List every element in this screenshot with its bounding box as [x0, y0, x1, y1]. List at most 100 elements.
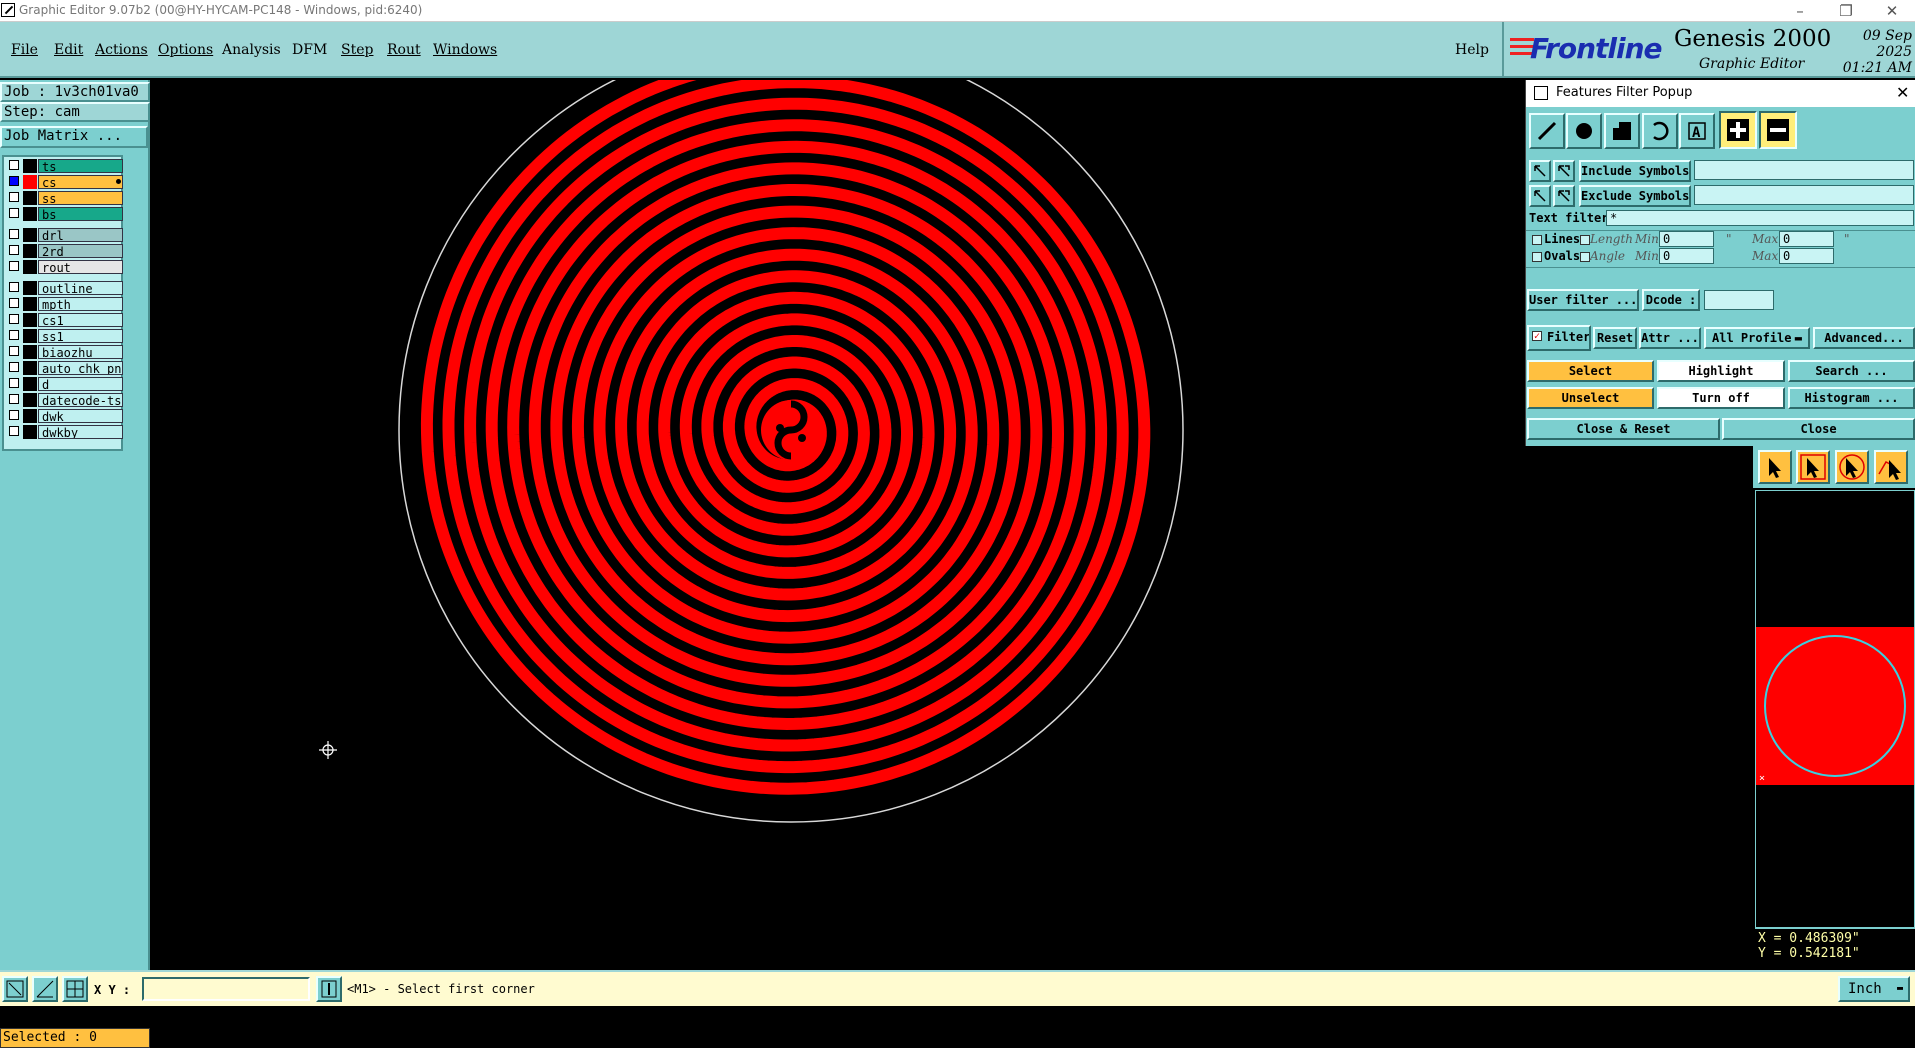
layer-checkbox[interactable]	[9, 229, 19, 239]
layer-row-datecode-ts[interactable]: datecode-ts	[6, 393, 123, 407]
layer-name[interactable]: ss	[38, 191, 123, 205]
layer-row-2rd[interactable]: 2rd	[6, 244, 123, 258]
layer-row-auto_chk_pn[interactable]: auto_chk_pn	[6, 361, 123, 375]
layer-checkbox[interactable]	[9, 378, 19, 388]
angle-max-input[interactable]: 0	[1779, 248, 1834, 264]
layer-checkbox[interactable]	[9, 330, 19, 340]
layer-checkbox[interactable]	[9, 261, 19, 271]
histogram-button[interactable]: Histogram ...	[1788, 387, 1915, 409]
layer-name[interactable]: datecode-ts	[38, 393, 123, 407]
turn-off-button[interactable]: Turn off	[1657, 387, 1785, 409]
layer-checkbox[interactable]	[9, 362, 19, 372]
layer-name[interactable]: drl	[38, 228, 123, 242]
layer-row-drl[interactable]: drl	[6, 228, 123, 242]
layer-color-swatch[interactable]	[23, 409, 37, 423]
graphic-canvas[interactable]	[152, 37, 1753, 970]
include-symbols-input[interactable]	[1694, 160, 1914, 180]
overview-preview[interactable]: ×	[1755, 490, 1915, 928]
minus-icon[interactable]	[1759, 111, 1797, 149]
measure-icon[interactable]	[32, 976, 58, 1002]
length-checkbox[interactable]	[1580, 235, 1590, 245]
unselect-button[interactable]: Unselect	[1527, 387, 1654, 409]
include-pick-icon[interactable]	[1529, 160, 1551, 182]
select-button[interactable]: Select	[1527, 360, 1654, 382]
layer-row-biaozhu[interactable]: biaozhu	[6, 345, 123, 359]
search-button[interactable]: Search ...	[1788, 360, 1915, 382]
layer-row-ss[interactable]: ss	[6, 191, 123, 205]
layer-color-swatch[interactable]	[23, 159, 37, 173]
menu-dfm[interactable]: DFM	[292, 42, 327, 58]
layer-color-swatch[interactable]	[23, 393, 37, 407]
angle-min-input[interactable]: 0	[1659, 248, 1714, 264]
units-dropdown[interactable]: Inch ▬	[1838, 976, 1910, 1002]
layer-color-swatch[interactable]	[23, 175, 37, 189]
snap-pointer-icon[interactable]	[1874, 450, 1908, 484]
layer-checkbox[interactable]	[9, 314, 19, 324]
menu-actions[interactable]: Actions	[95, 42, 148, 58]
pointer-icon[interactable]	[1758, 450, 1792, 484]
menu-edit[interactable]: Edit	[54, 42, 83, 58]
menu-windows[interactable]: Windows	[433, 42, 497, 58]
layer-checkbox[interactable]	[9, 176, 19, 186]
layer-name[interactable]: dwkby	[38, 425, 123, 439]
text-filter-input[interactable]: *	[1606, 210, 1914, 226]
menu-analysis[interactable]: Analysis	[222, 42, 281, 58]
layer-color-swatch[interactable]	[23, 191, 37, 205]
plus-icon[interactable]	[1719, 111, 1757, 149]
layer-checkbox[interactable]	[9, 410, 19, 420]
layer-checkbox[interactable]	[9, 160, 19, 170]
layer-row-ss1[interactable]: ss1	[6, 329, 123, 343]
ovals-checkbox[interactable]	[1532, 252, 1542, 262]
layer-color-swatch[interactable]	[23, 361, 37, 375]
layer-name[interactable]: d	[38, 377, 123, 391]
zoom-window-icon[interactable]	[2, 976, 28, 1002]
surface-icon[interactable]	[1604, 113, 1640, 149]
layer-color-swatch[interactable]	[23, 425, 37, 439]
layer-checkbox[interactable]	[9, 282, 19, 292]
close-reset-button[interactable]: Close & Reset	[1527, 418, 1720, 440]
layer-color-swatch[interactable]	[23, 260, 37, 274]
menu-rout[interactable]: Rout	[387, 42, 421, 58]
close-icon[interactable]: ✕	[1896, 83, 1909, 102]
layer-row-ts[interactable]: ts	[6, 159, 123, 173]
layer-color-swatch[interactable]	[23, 228, 37, 242]
layer-row-mpth[interactable]: mpth	[6, 297, 123, 311]
advanced-button[interactable]: Advanced...	[1813, 327, 1915, 349]
layer-name[interactable]: cs1	[38, 313, 123, 327]
menu-file[interactable]: File	[11, 42, 38, 58]
layer-name[interactable]: biaozhu	[38, 345, 123, 359]
restore-button[interactable]: ❐	[1823, 0, 1869, 22]
attr-button[interactable]: Attr ...	[1639, 327, 1701, 349]
minimize-button[interactable]: –	[1777, 0, 1823, 22]
reset-button[interactable]: Reset	[1593, 327, 1637, 349]
layer-color-swatch[interactable]	[23, 297, 37, 311]
layer-name[interactable]: rout	[38, 260, 123, 274]
layer-name[interactable]: auto_chk_pn	[38, 361, 123, 375]
menu-help[interactable]: Help	[1455, 42, 1489, 58]
layer-checkbox[interactable]	[9, 346, 19, 356]
exclude-select-icon[interactable]	[1553, 185, 1575, 207]
layer-name[interactable]: bs	[38, 207, 123, 221]
close-window-button[interactable]: ✕	[1869, 0, 1915, 22]
layer-row-cs[interactable]: cs	[6, 175, 123, 189]
layer-name[interactable]: ss1	[38, 329, 123, 343]
menu-options[interactable]: Options	[158, 42, 213, 58]
layer-checkbox[interactable]	[9, 208, 19, 218]
text-icon[interactable]: A	[1679, 113, 1715, 149]
layer-checkbox[interactable]	[9, 394, 19, 404]
angle-checkbox[interactable]	[1580, 252, 1590, 262]
layer-checkbox[interactable]	[9, 192, 19, 202]
layer-checkbox[interactable]	[9, 426, 19, 436]
menu-step[interactable]: Step	[341, 42, 373, 58]
job-matrix-button[interactable]: Job Matrix ...	[0, 126, 148, 148]
layer-name[interactable]: 2rd	[38, 244, 123, 258]
exclude-symbols-input[interactable]	[1694, 185, 1914, 205]
pad-icon[interactable]	[1566, 113, 1602, 149]
layer-color-swatch[interactable]	[23, 313, 37, 327]
layer-row-rout[interactable]: rout	[6, 260, 123, 274]
layer-color-swatch[interactable]	[23, 207, 37, 221]
arc-icon[interactable]	[1642, 113, 1678, 149]
layer-checkbox[interactable]	[9, 298, 19, 308]
line-icon[interactable]	[1529, 113, 1565, 149]
close-button[interactable]: Close	[1722, 418, 1915, 440]
